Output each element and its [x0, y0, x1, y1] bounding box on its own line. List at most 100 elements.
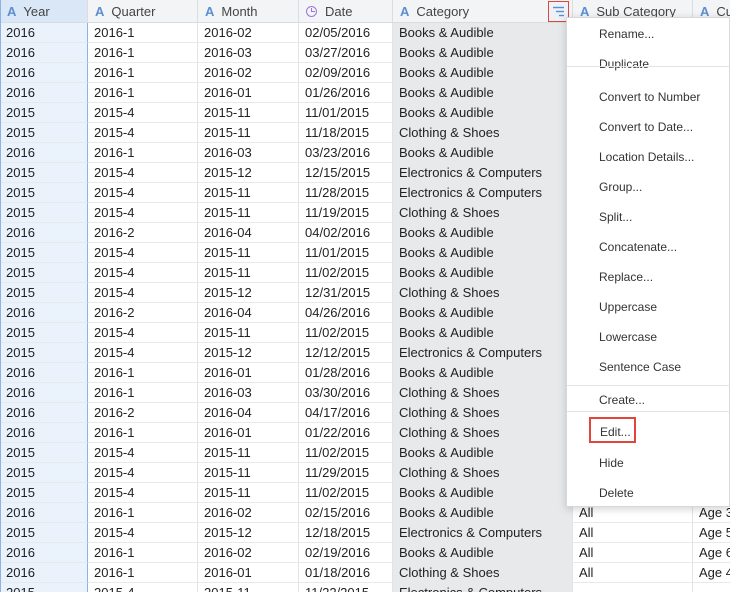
- table-cell-sub-category[interactable]: [573, 583, 693, 592]
- table-cell-date[interactable]: 03/30/2016: [299, 383, 393, 403]
- table-cell-quarter[interactable]: 2015-4: [88, 343, 198, 363]
- table-cell-category[interactable]: Books & Audible: [393, 363, 573, 383]
- table-cell-date[interactable]: 02/15/2016: [299, 503, 393, 523]
- table-cell-date[interactable]: 11/01/2015: [299, 243, 393, 263]
- menu-item-lowercase[interactable]: Lowercase: [599, 328, 657, 346]
- menu-item-replace[interactable]: Replace...: [599, 268, 653, 286]
- table-cell-month[interactable]: 2015-11: [198, 323, 299, 343]
- menu-item-delete[interactable]: Delete: [599, 484, 634, 502]
- table-cell-year[interactable]: 2016: [0, 63, 88, 83]
- table-cell-quarter[interactable]: 2015-4: [88, 483, 198, 503]
- table-cell-month[interactable]: 2015-11: [198, 483, 299, 503]
- table-cell-year[interactable]: 2015: [0, 163, 88, 183]
- table-cell-cu[interactable]: Age 4: [693, 563, 730, 583]
- menu-item-hide[interactable]: Hide: [599, 454, 624, 472]
- table-cell-category[interactable]: Books & Audible: [393, 23, 573, 43]
- table-cell-year[interactable]: 2016: [0, 403, 88, 423]
- table-cell-date[interactable]: 11/28/2015: [299, 183, 393, 203]
- table-cell-quarter[interactable]: 2016-1: [88, 503, 198, 523]
- table-cell-year[interactable]: 2015: [0, 123, 88, 143]
- table-cell-year[interactable]: 2016: [0, 423, 88, 443]
- table-cell-date[interactable]: 11/02/2015: [299, 323, 393, 343]
- table-cell-quarter[interactable]: 2016-1: [88, 563, 198, 583]
- table-cell-date[interactable]: 11/02/2015: [299, 443, 393, 463]
- table-cell-month[interactable]: 2015-11: [198, 203, 299, 223]
- table-cell-category[interactable]: Books & Audible: [393, 323, 573, 343]
- table-cell-quarter[interactable]: 2016-1: [88, 383, 198, 403]
- table-cell-year[interactable]: 2015: [0, 583, 88, 592]
- table-cell-month[interactable]: 2016-01: [198, 563, 299, 583]
- table-cell-month[interactable]: 2015-11: [198, 243, 299, 263]
- table-cell-category[interactable]: Books & Audible: [393, 503, 573, 523]
- table-cell-month[interactable]: 2015-11: [198, 463, 299, 483]
- table-cell-cu[interactable]: Age 6: [693, 543, 730, 563]
- table-cell-category[interactable]: Books & Audible: [393, 263, 573, 283]
- table-cell-month[interactable]: 2016-03: [198, 143, 299, 163]
- column-header-quarter[interactable]: A Quarter: [88, 0, 198, 23]
- table-cell-category[interactable]: Books & Audible: [393, 223, 573, 243]
- table-cell-year[interactable]: 2016: [0, 503, 88, 523]
- table-cell-year[interactable]: 2015: [0, 463, 88, 483]
- table-cell-quarter[interactable]: 2015-4: [88, 463, 198, 483]
- table-cell-quarter[interactable]: 2015-4: [88, 163, 198, 183]
- table-cell-category[interactable]: Clothing & Shoes: [393, 563, 573, 583]
- table-cell-category[interactable]: Electronics & Computers: [393, 163, 573, 183]
- table-cell-month[interactable]: 2015-12: [198, 523, 299, 543]
- table-cell-month[interactable]: 2015-12: [198, 283, 299, 303]
- table-cell-category[interactable]: Clothing & Shoes: [393, 123, 573, 143]
- table-cell-sub-category[interactable]: All: [573, 543, 693, 563]
- table-cell-quarter[interactable]: 2015-4: [88, 123, 198, 143]
- table-cell-month[interactable]: 2016-04: [198, 303, 299, 323]
- menu-item-convert-to-number[interactable]: Convert to Number: [599, 88, 700, 106]
- table-cell-quarter[interactable]: 2015-4: [88, 323, 198, 343]
- table-cell-date[interactable]: 01/18/2016: [299, 563, 393, 583]
- table-cell-year[interactable]: 2016: [0, 23, 88, 43]
- table-cell-month[interactable]: 2015-11: [198, 583, 299, 592]
- table-cell-date[interactable]: 11/02/2015: [299, 263, 393, 283]
- table-cell-year[interactable]: 2015: [0, 183, 88, 203]
- table-cell-category[interactable]: Electronics & Computers: [393, 583, 573, 592]
- table-cell-year[interactable]: 2016: [0, 43, 88, 63]
- table-cell-quarter[interactable]: 2015-4: [88, 443, 198, 463]
- table-cell-category[interactable]: Clothing & Shoes: [393, 383, 573, 403]
- table-cell-month[interactable]: 2016-01: [198, 83, 299, 103]
- table-cell-month[interactable]: 2016-02: [198, 543, 299, 563]
- table-cell-sub-category[interactable]: All: [573, 563, 693, 583]
- table-cell-quarter[interactable]: 2015-4: [88, 183, 198, 203]
- table-cell-year[interactable]: 2016: [0, 83, 88, 103]
- table-cell-date[interactable]: 02/09/2016: [299, 63, 393, 83]
- table-cell-date[interactable]: 11/29/2015: [299, 463, 393, 483]
- table-cell-quarter[interactable]: 2016-1: [88, 363, 198, 383]
- table-cell-category[interactable]: Electronics & Computers: [393, 523, 573, 543]
- table-cell-category[interactable]: Clothing & Shoes: [393, 463, 573, 483]
- table-cell-quarter[interactable]: 2015-4: [88, 263, 198, 283]
- table-cell-quarter[interactable]: 2016-1: [88, 43, 198, 63]
- table-cell-month[interactable]: 2016-04: [198, 223, 299, 243]
- table-cell-year[interactable]: 2016: [0, 383, 88, 403]
- menu-item-convert-to-date[interactable]: Convert to Date...: [599, 118, 693, 136]
- table-cell-year[interactable]: 2015: [0, 243, 88, 263]
- table-cell-category[interactable]: Electronics & Computers: [393, 183, 573, 203]
- table-cell-month[interactable]: 2016-02: [198, 503, 299, 523]
- table-row[interactable]: 2016 2016-1 2016-02 02/19/2016 Books & Audib…: [0, 543, 730, 563]
- table-cell-category[interactable]: Books & Audible: [393, 243, 573, 263]
- table-cell-date[interactable]: 12/18/2015: [299, 523, 393, 543]
- menu-item-duplicate[interactable]: Duplicate: [599, 55, 649, 73]
- menu-item-location-details[interactable]: Location Details...: [599, 148, 694, 166]
- table-cell-month[interactable]: 2015-12: [198, 163, 299, 183]
- table-row[interactable]: 2016 2016-1 2016-01 01/18/2016 Clothing & Sh…: [0, 563, 730, 583]
- table-cell-month[interactable]: 2016-02: [198, 23, 299, 43]
- table-cell-category[interactable]: Books & Audible: [393, 43, 573, 63]
- table-cell-year[interactable]: 2016: [0, 363, 88, 383]
- table-cell-date[interactable]: 03/23/2016: [299, 143, 393, 163]
- menu-item-sentence-case[interactable]: Sentence Case: [599, 358, 681, 376]
- table-cell-date[interactable]: 11/02/2015: [299, 483, 393, 503]
- table-cell-category[interactable]: Clothing & Shoes: [393, 283, 573, 303]
- table-cell-date[interactable]: 04/17/2016: [299, 403, 393, 423]
- table-cell-month[interactable]: 2015-11: [198, 123, 299, 143]
- table-cell-year[interactable]: 2015: [0, 203, 88, 223]
- table-cell-date[interactable]: 11/19/2015: [299, 203, 393, 223]
- table-cell-quarter[interactable]: 2015-4: [88, 203, 198, 223]
- table-cell-date[interactable]: 12/15/2015: [299, 163, 393, 183]
- table-cell-quarter[interactable]: 2016-1: [88, 423, 198, 443]
